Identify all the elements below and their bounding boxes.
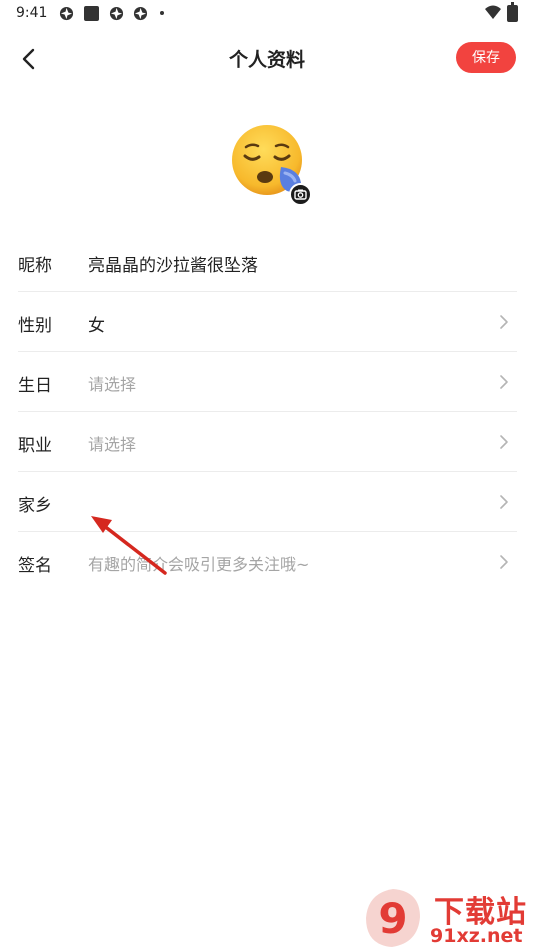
aperture-icon xyxy=(109,6,124,21)
profile-form: 昵称 亮晶晶的沙拉酱很坠落 性别 女 生日 请选择 职业 请选择 家乡 签名 有… xyxy=(18,232,517,592)
nickname-value[interactable]: 亮晶晶的沙拉酱很坠落 xyxy=(88,251,258,276)
row-label: 签名 xyxy=(18,556,52,576)
hometown-row[interactable]: 家乡 xyxy=(18,472,517,532)
row-label: 生日 xyxy=(18,376,52,396)
page-title: 个人资料 xyxy=(228,49,305,71)
camera-icon[interactable] xyxy=(289,183,312,206)
signature-row[interactable]: 签名 有趣的简介会吸引更多关注哦~ xyxy=(18,532,517,592)
square-icon xyxy=(84,6,99,21)
chevron-right-icon xyxy=(500,495,508,509)
watermark: 9 下载站 91xz.net xyxy=(362,887,534,950)
status-bar: 9:41 xyxy=(0,0,534,28)
save-button[interactable]: 保存 xyxy=(456,42,516,73)
top-nav-bar: 个人资料 保存 xyxy=(0,28,534,88)
occupation-row[interactable]: 职业 请选择 xyxy=(18,412,517,472)
watermark-url: 91xz.net xyxy=(430,925,523,947)
svg-text:9: 9 xyxy=(378,894,407,943)
battery-icon xyxy=(507,2,518,22)
nickname-row[interactable]: 昵称 亮晶晶的沙拉酱很坠落 xyxy=(18,232,517,292)
gender-row[interactable]: 性别 女 xyxy=(18,292,517,352)
birthday-value: 请选择 xyxy=(88,375,137,394)
aperture-icon xyxy=(59,6,74,21)
row-label: 家乡 xyxy=(18,496,52,516)
occupation-value: 请选择 xyxy=(88,435,137,454)
row-label: 职业 xyxy=(18,436,52,456)
status-time: 9:41 xyxy=(16,5,48,21)
row-label: 性别 xyxy=(18,316,52,336)
gender-value: 女 xyxy=(88,316,105,336)
chevron-right-icon xyxy=(500,375,508,389)
chevron-right-icon xyxy=(500,555,508,569)
watermark-logo-icon: 9 xyxy=(366,889,420,947)
wifi-icon xyxy=(485,5,501,19)
signature-value[interactable]: 有趣的简介会吸引更多关注哦~ xyxy=(88,551,309,575)
aperture-icon xyxy=(133,6,148,21)
notification-dot-icon xyxy=(160,11,164,15)
birthday-row[interactable]: 生日 请选择 xyxy=(18,352,517,412)
chevron-right-icon xyxy=(500,315,508,329)
chevron-right-icon xyxy=(500,435,508,449)
row-label: 昵称 xyxy=(18,256,52,276)
